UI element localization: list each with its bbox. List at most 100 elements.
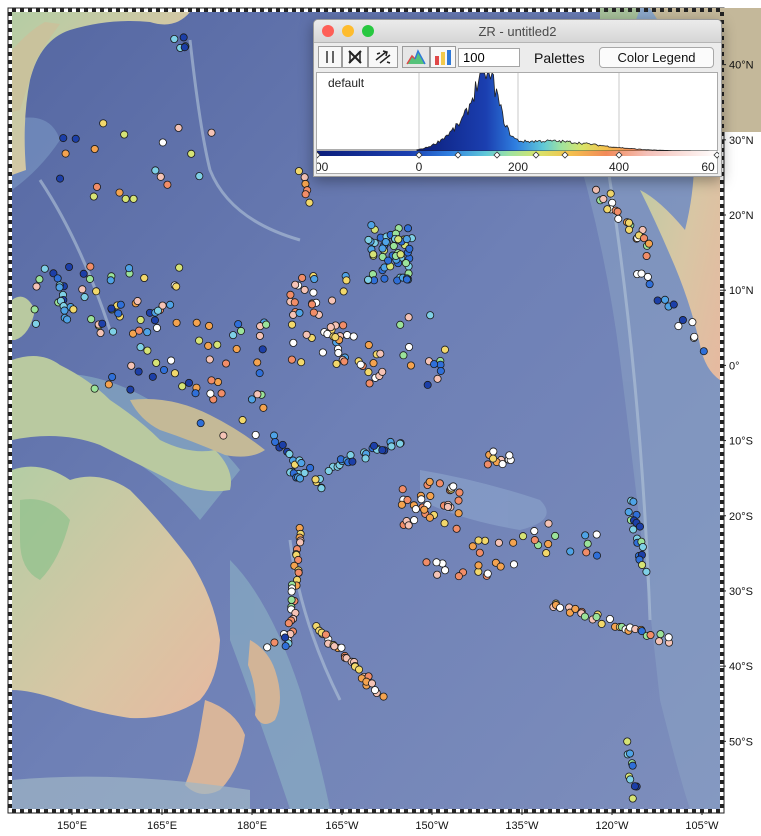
sample-point[interactable] <box>98 319 107 328</box>
sample-point[interactable] <box>474 561 483 570</box>
sample-point[interactable] <box>263 643 272 652</box>
sample-point[interactable] <box>278 440 287 449</box>
sample-point[interactable] <box>305 198 314 207</box>
sample-point[interactable] <box>411 505 420 514</box>
sample-point[interactable] <box>135 326 144 335</box>
sample-point[interactable] <box>364 235 373 244</box>
sample-point[interactable] <box>35 275 44 284</box>
sample-point[interactable] <box>468 542 477 551</box>
sample-point[interactable] <box>331 333 340 342</box>
sample-point[interactable] <box>326 323 335 332</box>
sample-point[interactable] <box>433 374 442 383</box>
sample-point[interactable] <box>180 43 189 52</box>
sample-point[interactable] <box>178 382 187 391</box>
sample-point[interactable] <box>674 322 683 331</box>
sample-point[interactable] <box>222 359 231 368</box>
sample-point[interactable] <box>625 749 634 758</box>
sample-point[interactable] <box>71 134 80 143</box>
sample-point[interactable] <box>255 369 264 378</box>
sample-point[interactable] <box>116 300 125 309</box>
sample-point[interactable] <box>307 300 316 309</box>
zr-window[interactable]: ZR - untitled2 Palettes Color Legend <box>313 19 722 177</box>
sample-point[interactable] <box>603 205 612 214</box>
sample-point[interactable] <box>483 569 492 578</box>
sample-point[interactable] <box>403 496 412 505</box>
sample-point[interactable] <box>56 174 65 183</box>
sample-point[interactable] <box>317 484 326 493</box>
sample-point[interactable] <box>606 189 615 198</box>
sample-point[interactable] <box>69 305 78 314</box>
sample-point[interactable] <box>129 194 138 203</box>
sample-point[interactable] <box>629 497 638 506</box>
sample-point[interactable] <box>364 368 373 377</box>
sample-point[interactable] <box>556 603 565 612</box>
sample-point[interactable] <box>270 638 279 647</box>
sample-point[interactable] <box>483 460 492 469</box>
sample-point[interactable] <box>378 446 387 455</box>
sample-point[interactable] <box>191 389 200 398</box>
sample-point[interactable] <box>430 360 439 369</box>
sample-point[interactable] <box>369 359 378 368</box>
sample-point[interactable] <box>287 587 296 596</box>
sample-point[interactable] <box>404 521 413 530</box>
sample-point[interactable] <box>505 451 514 460</box>
sample-point[interactable] <box>425 513 434 522</box>
sample-point[interactable] <box>167 356 176 365</box>
sample-point[interactable] <box>628 761 637 770</box>
sample-point[interactable] <box>125 264 134 273</box>
sample-point[interactable] <box>63 315 72 324</box>
sample-point[interactable] <box>443 502 452 511</box>
sample-point[interactable] <box>630 782 639 791</box>
sample-point[interactable] <box>253 358 262 367</box>
sample-point[interactable] <box>494 538 503 547</box>
sample-point[interactable] <box>405 343 414 352</box>
sample-point[interactable] <box>287 355 296 364</box>
sample-point[interactable] <box>417 495 426 504</box>
sample-point[interactable] <box>324 466 333 475</box>
sample-point[interactable] <box>356 360 365 369</box>
sample-point[interactable] <box>581 531 590 540</box>
sample-point[interactable] <box>281 633 290 642</box>
sample-point[interactable] <box>213 340 222 349</box>
sample-point[interactable] <box>369 250 378 259</box>
sample-point[interactable] <box>339 287 348 296</box>
sample-point[interactable] <box>286 290 295 299</box>
sample-point[interactable] <box>163 180 172 189</box>
sample-point[interactable] <box>86 262 95 271</box>
sample-point[interactable] <box>143 328 152 337</box>
sample-point[interactable] <box>152 358 161 367</box>
sample-point[interactable] <box>87 315 96 324</box>
sample-point[interactable] <box>454 509 463 518</box>
sample-point[interactable] <box>638 560 647 569</box>
sample-point[interactable] <box>192 318 201 327</box>
sample-point[interactable] <box>592 530 601 539</box>
sample-point[interactable] <box>154 306 163 315</box>
sample-point[interactable] <box>205 355 214 364</box>
sample-point[interactable] <box>219 431 228 440</box>
sample-point[interactable] <box>441 566 450 575</box>
sample-point[interactable] <box>80 293 89 302</box>
sample-point[interactable] <box>626 775 635 784</box>
histogram-panel[interactable]: 00020040060 default <box>316 72 719 174</box>
sample-point[interactable] <box>530 536 539 545</box>
sample-point[interactable] <box>204 341 213 350</box>
sample-point[interactable] <box>625 225 634 234</box>
sample-point[interactable] <box>92 182 101 191</box>
sample-point[interactable] <box>148 372 157 381</box>
sample-point[interactable] <box>435 479 444 488</box>
sample-point[interactable] <box>699 347 708 356</box>
sample-point[interactable] <box>288 320 297 329</box>
sample-point[interactable] <box>234 320 243 329</box>
sample-point[interactable] <box>289 338 298 347</box>
sample-point[interactable] <box>440 345 449 354</box>
sample-point[interactable] <box>151 166 160 175</box>
sample-point[interactable] <box>346 451 355 460</box>
sample-point[interactable] <box>284 619 293 628</box>
sample-point[interactable] <box>108 373 117 382</box>
sample-point[interactable] <box>370 686 379 695</box>
sample-point[interactable] <box>544 519 553 528</box>
range-limits-button[interactable] <box>318 46 342 68</box>
sample-point[interactable] <box>107 304 116 313</box>
sample-point[interactable] <box>420 505 429 514</box>
sample-point[interactable] <box>653 296 662 305</box>
